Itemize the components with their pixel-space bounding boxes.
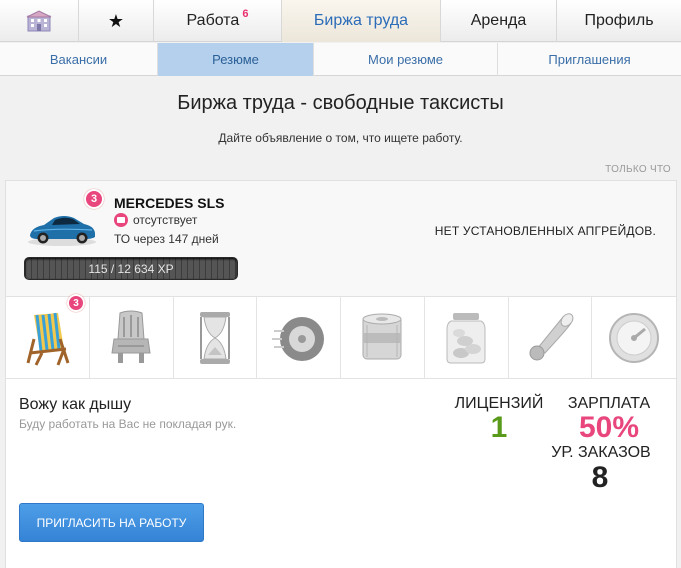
skill-coin-jar[interactable] <box>425 297 509 379</box>
tab-work[interactable]: Работа 6 <box>154 0 282 42</box>
subtab-invitations-label: Приглашения <box>548 52 631 67</box>
invite-button[interactable]: ПРИГЛАСИТЬ НА РАБОТУ <box>19 503 204 542</box>
coin-jar-icon <box>446 313 486 364</box>
tab-favorites[interactable]: ★ <box>79 0 154 42</box>
subtab-vacancies-label: Вакансии <box>49 52 108 67</box>
page-title: Биржа труда - свободные таксисты <box>177 92 504 114</box>
car-seat-icon <box>111 310 151 363</box>
car-info-row: 3 MERCEDES SLS отсутствует ТО через 147 … <box>6 181 676 297</box>
salary-value: 50% <box>578 411 640 444</box>
page-subtitle: Дайте объявление о том, что ищете работу… <box>218 131 463 145</box>
skill-hourglass[interactable] <box>174 297 258 379</box>
tab-work-badge: 6 <box>242 8 249 20</box>
tab-rent[interactable]: Аренда <box>441 0 557 42</box>
speedometer-icon <box>609 313 660 363</box>
subtab-resumes-label: Резюме <box>212 52 259 67</box>
skill-car-seat[interactable] <box>90 297 174 379</box>
horn-icon <box>529 313 574 361</box>
orders-value: 8 <box>591 461 609 494</box>
tab-labor-exchange[interactable]: Биржа труда <box>282 0 441 42</box>
subtab-invitations[interactable]: Приглашения <box>498 43 681 76</box>
resume-card: 3 MERCEDES SLS отсутствует ТО через 147 … <box>5 180 677 568</box>
xp-text: 115 / 12 634 XP <box>88 261 174 276</box>
tab-work-label: Работа <box>186 12 240 29</box>
building-icon <box>26 10 52 32</box>
tab-home[interactable] <box>0 0 79 42</box>
skill-tire[interactable] <box>257 297 341 379</box>
timestamp: ТОЛЬКО ЧТО <box>605 164 671 175</box>
subtab-vacancies[interactable]: Вакансии <box>0 43 158 76</box>
skill-horn[interactable] <box>509 297 593 379</box>
car-image <box>28 216 96 246</box>
hourglass-icon <box>199 312 230 364</box>
xp-progress-bar: 115 / 12 634 XP <box>24 257 238 280</box>
skill-beach-chair[interactable]: 3 <box>6 294 90 379</box>
inspection-status: отсутствует <box>114 213 197 227</box>
licenses-value: 1 <box>490 411 508 444</box>
beach-chair-icon <box>26 312 70 366</box>
skill-badge: 3 <box>67 294 85 312</box>
car-level-badge: 3 <box>84 189 104 209</box>
inspection-text: отсутствует <box>133 213 198 227</box>
top-navigation: ★ Работа 6 Биржа труда Аренда Профиль <box>0 0 681 42</box>
car-name: MERCEDES SLS <box>114 195 225 211</box>
subtab-my-resumes[interactable]: Мои резюме <box>314 43 498 76</box>
tab-rent-label: Аренда <box>470 12 527 29</box>
maintenance-text: ТО через 147 дней <box>114 232 219 246</box>
tab-profile[interactable]: Профиль <box>557 0 681 42</box>
sub-navigation: Вакансии Резюме Мои резюме Приглашения <box>0 43 681 76</box>
upgrades-text: НЕТ УСТАНОВЛЕННЫХ АПГРЕЙДОВ. <box>434 224 656 238</box>
skill-speedometer[interactable] <box>592 297 676 379</box>
subtab-resumes[interactable]: Резюме <box>158 43 314 76</box>
skill-money[interactable] <box>341 297 425 379</box>
driver-title: Вожу как дышу <box>19 396 132 413</box>
camera-icon <box>114 213 128 227</box>
money-roll-icon <box>362 313 402 360</box>
tab-labor-exchange-label: Биржа труда <box>313 12 409 29</box>
tab-profile-label: Профиль <box>584 12 654 29</box>
driver-motto: Буду работать на Вас не покладая рук. <box>19 417 237 431</box>
orders-label: УР. ЗАКАЗОВ <box>551 444 651 461</box>
tire-icon <box>271 317 324 361</box>
star-icon: ★ <box>107 10 125 31</box>
subtab-my-resumes-label: Мои резюме <box>368 52 443 67</box>
skills-row: 3 <box>6 294 676 379</box>
